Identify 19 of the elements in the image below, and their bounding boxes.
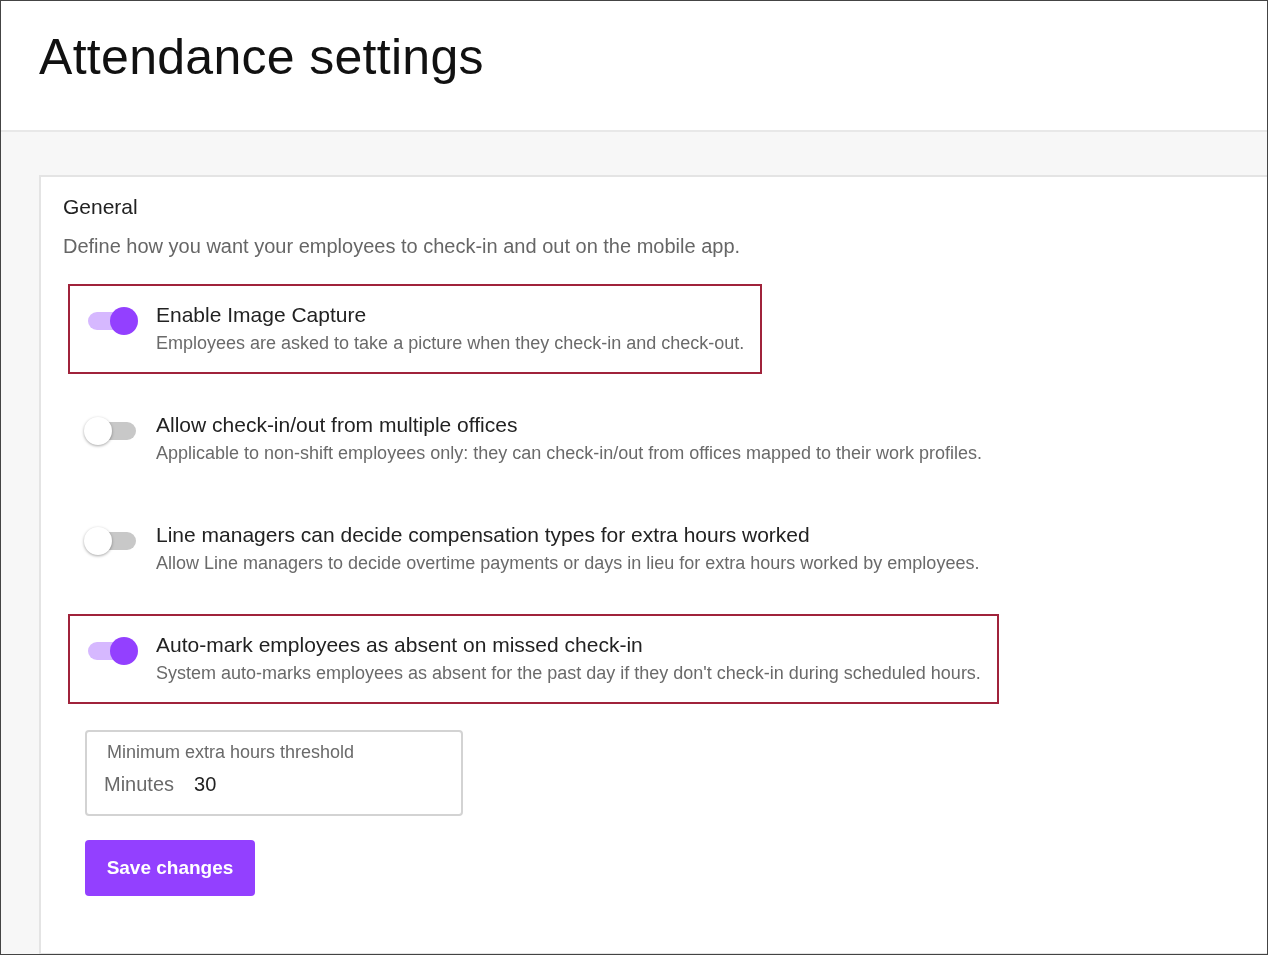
- setting-title: Line managers can decide compensation types for extra hours worked: [156, 523, 811, 547]
- setting-description: Applicable to non-shift employees only: they can check-in/out from offices mapped to their work profiles.: [156, 443, 983, 464]
- setting-description: Employees are asked to take a picture when they check-in and check-out.: [156, 333, 745, 354]
- unit-label: Minutes: [104, 773, 175, 796]
- toggle-switch[interactable]: [86, 307, 138, 333]
- save-button[interactable]: Save changes: [85, 840, 255, 896]
- setting-title: Enable Image Capture: [156, 303, 368, 327]
- field-label: Minimum extra hours threshold: [107, 742, 355, 763]
- setting-description: System auto-marks employees as absent for the past day if they don't check-in during scheduled hours.: [156, 663, 981, 684]
- setting-title: Allow check-in/out from multiple offices: [156, 413, 519, 437]
- minutes-input[interactable]: 30: [194, 773, 275, 796]
- toggle-switch[interactable]: [86, 637, 138, 663]
- setting-title: Auto-mark employees as absent on missed check-in: [156, 633, 644, 657]
- page-title: Attendance settings: [39, 27, 484, 86]
- section-description: Define how you want your employees to check-in and out on the mobile app.: [63, 235, 742, 258]
- setting-description: Allow Line managers to decide overtime payments or days in lieu for extra hours worked by employees.: [156, 553, 980, 574]
- section-title: General: [63, 195, 139, 219]
- toggle-switch[interactable]: [86, 527, 138, 553]
- toggle-switch[interactable]: [86, 417, 138, 443]
